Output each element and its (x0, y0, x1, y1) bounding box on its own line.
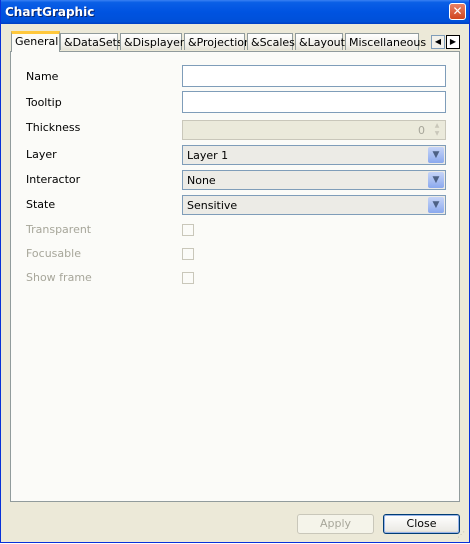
interactor-value: None (187, 174, 216, 187)
state-value: Sensitive (187, 199, 238, 212)
focusable-label: Focusable (26, 247, 81, 260)
state-label: State (26, 198, 56, 211)
spinner-arrows-icon: ▲ ▼ (434, 122, 440, 137)
transparent-checkbox[interactable] (182, 224, 194, 236)
layer-value: Layer 1 (187, 149, 229, 162)
thickness-label: Thickness (26, 121, 81, 134)
apply-button[interactable]: Apply (297, 514, 374, 534)
tab-projection[interactable]: &Projection (184, 33, 251, 50)
tab-scales[interactable]: &Scales (247, 33, 295, 50)
transparent-label: Transparent (26, 223, 92, 236)
thickness-spinner: 0 ▲ ▼ (182, 120, 446, 140)
layer-label: Layer (26, 148, 57, 161)
tab-datasets[interactable]: &DataSets (60, 33, 123, 50)
chart-graphic-dialog: ChartGraphic ✕ General &DataSets &Displa… (0, 0, 470, 543)
interactor-label: Interactor (26, 173, 81, 186)
show-frame-label: Show frame (26, 271, 92, 284)
resize-grip-icon[interactable]: ⋰ (457, 530, 467, 540)
thickness-value: 0 (418, 124, 425, 137)
tab-strip: General &DataSets &Displayers &Projectio… (10, 31, 462, 52)
state-select[interactable]: Sensitive ▼ (182, 195, 446, 215)
close-button[interactable]: Close (383, 514, 460, 534)
window-title: ChartGraphic (5, 5, 95, 19)
tab-layout[interactable]: &Layout (295, 33, 345, 50)
chevron-down-icon[interactable]: ▼ (428, 147, 444, 163)
tab-general[interactable]: General (11, 31, 60, 52)
tab-miscellaneous[interactable]: Miscellaneous (345, 33, 426, 50)
name-label: Name (26, 70, 59, 83)
layer-select[interactable]: Layer 1 ▼ (182, 145, 446, 165)
tab-displayers[interactable]: &Displayers (120, 33, 190, 50)
title-bar[interactable]: ChartGraphic ✕ (1, 0, 469, 24)
chevron-down-icon[interactable]: ▼ (428, 172, 444, 188)
tab-scroll-right-icon[interactable]: ▶ (446, 35, 460, 49)
tab-scroll-left-icon[interactable]: ◀ (431, 35, 445, 49)
close-window-button[interactable]: ✕ (449, 3, 466, 20)
show-frame-checkbox[interactable] (182, 272, 194, 284)
tooltip-field[interactable] (182, 91, 446, 113)
focusable-checkbox[interactable] (182, 248, 194, 260)
interactor-select[interactable]: None ▼ (182, 170, 446, 190)
name-field[interactable] (182, 65, 446, 87)
tooltip-label: Tooltip (26, 96, 62, 109)
chevron-down-icon[interactable]: ▼ (428, 197, 444, 213)
